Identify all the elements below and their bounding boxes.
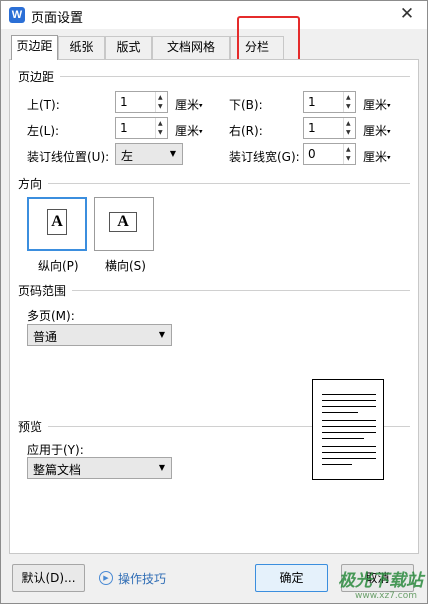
tab-document-grid[interactable]: 文档网格 bbox=[152, 36, 230, 59]
portrait-page-icon: A bbox=[47, 209, 67, 235]
preview-section-title: 预览 bbox=[18, 418, 47, 435]
gutter-position-label: 装订线位置(U): bbox=[27, 150, 110, 164]
top-margin-label: 上(T): bbox=[27, 98, 60, 112]
right-margin-label: 右(R): bbox=[229, 124, 263, 138]
spin-up-icon[interactable]: ▲ bbox=[346, 146, 351, 153]
tab-paper[interactable]: 纸张 bbox=[58, 36, 105, 59]
spin-down-icon[interactable]: ▼ bbox=[346, 155, 351, 162]
page-range-section-title: 页码范围 bbox=[18, 282, 71, 299]
tab-layout[interactable]: 版式 bbox=[105, 36, 152, 59]
dropdown-arrow-icon: ▼ bbox=[158, 330, 165, 339]
chevron-down-icon: ▾ bbox=[387, 127, 391, 136]
section-divider bbox=[60, 76, 410, 77]
dialog-title: 页面设置 bbox=[31, 11, 84, 26]
bottom-margin-input[interactable]: 1 ▲ ▼ bbox=[303, 91, 356, 113]
spin-down-icon[interactable]: ▼ bbox=[158, 103, 163, 110]
watermark-logo: 极光下载站 bbox=[338, 571, 423, 591]
spin-up-icon[interactable]: ▲ bbox=[158, 120, 163, 127]
top-margin-input[interactable]: 1 ▲ ▼ bbox=[115, 91, 168, 113]
bottom-margin-label: 下(B): bbox=[229, 98, 263, 112]
landscape-page-icon: A bbox=[109, 212, 137, 232]
margins-section-title: 页边距 bbox=[18, 68, 59, 85]
gutter-width-input[interactable]: 0 ▲ ▼ bbox=[303, 143, 356, 165]
close-button[interactable]: ✕ bbox=[397, 4, 417, 24]
left-margin-label: 左(L): bbox=[27, 124, 60, 138]
portrait-label[interactable]: 纵向(P) bbox=[38, 257, 79, 274]
portrait-option[interactable]: A bbox=[27, 197, 87, 251]
watermark-url: www.xz7.com bbox=[355, 591, 417, 601]
gutter-width-unit[interactable]: 厘米▾ bbox=[363, 148, 391, 165]
wps-app-icon: W bbox=[9, 7, 25, 23]
chevron-down-icon: ▾ bbox=[387, 153, 391, 162]
play-help-icon[interactable]: ▶ bbox=[99, 571, 113, 585]
page-preview bbox=[312, 379, 384, 480]
landscape-label[interactable]: 横向(S) bbox=[105, 257, 146, 274]
spin-down-icon[interactable]: ▼ bbox=[346, 129, 351, 136]
apply-to-select[interactable]: 整篇文档 ▼ bbox=[27, 457, 172, 479]
landscape-option[interactable]: A bbox=[94, 197, 154, 251]
spin-up-icon[interactable]: ▲ bbox=[158, 94, 163, 101]
multi-page-label: 多页(M): bbox=[27, 309, 75, 323]
multi-page-select[interactable]: 普通 ▼ bbox=[27, 324, 172, 346]
orientation-section-title: 方向 bbox=[18, 175, 47, 192]
chevron-down-icon: ▾ bbox=[387, 101, 391, 110]
spin-up-icon[interactable]: ▲ bbox=[346, 94, 351, 101]
top-margin-unit[interactable]: 厘米▾ bbox=[175, 96, 203, 113]
default-button[interactable]: 默认(D)... bbox=[12, 564, 85, 592]
left-margin-input[interactable]: 1 ▲ ▼ bbox=[115, 117, 168, 139]
chevron-down-icon: ▾ bbox=[199, 101, 203, 110]
section-divider bbox=[72, 290, 410, 291]
right-margin-unit[interactable]: 厘米▾ bbox=[363, 122, 391, 139]
dropdown-arrow-icon: ▼ bbox=[169, 149, 176, 158]
page-setup-dialog: W 页面设置 ✕ 页边距 纸张 版式 文档网格 分栏 页边距 上(T): 1 ▲… bbox=[0, 0, 428, 604]
left-margin-unit[interactable]: 厘米▾ bbox=[175, 122, 203, 139]
ok-button[interactable]: 确定 bbox=[255, 564, 328, 592]
chevron-down-icon: ▾ bbox=[199, 127, 203, 136]
bottom-margin-unit[interactable]: 厘米▾ bbox=[363, 96, 391, 113]
dropdown-arrow-icon: ▼ bbox=[158, 463, 165, 472]
section-divider bbox=[48, 183, 410, 184]
title-bar: W 页面设置 ✕ bbox=[1, 1, 427, 29]
gutter-position-select[interactable]: 左 ▼ bbox=[115, 143, 183, 165]
spin-down-icon[interactable]: ▼ bbox=[346, 103, 351, 110]
spin-up-icon[interactable]: ▲ bbox=[346, 120, 351, 127]
spin-down-icon[interactable]: ▼ bbox=[158, 129, 163, 136]
tips-link[interactable]: 操作技巧 bbox=[118, 570, 166, 587]
apply-to-label: 应用于(Y): bbox=[27, 443, 84, 457]
right-margin-input[interactable]: 1 ▲ ▼ bbox=[303, 117, 356, 139]
gutter-width-label: 装订线宽(G): bbox=[229, 150, 300, 164]
tab-margins[interactable]: 页边距 bbox=[11, 35, 58, 60]
